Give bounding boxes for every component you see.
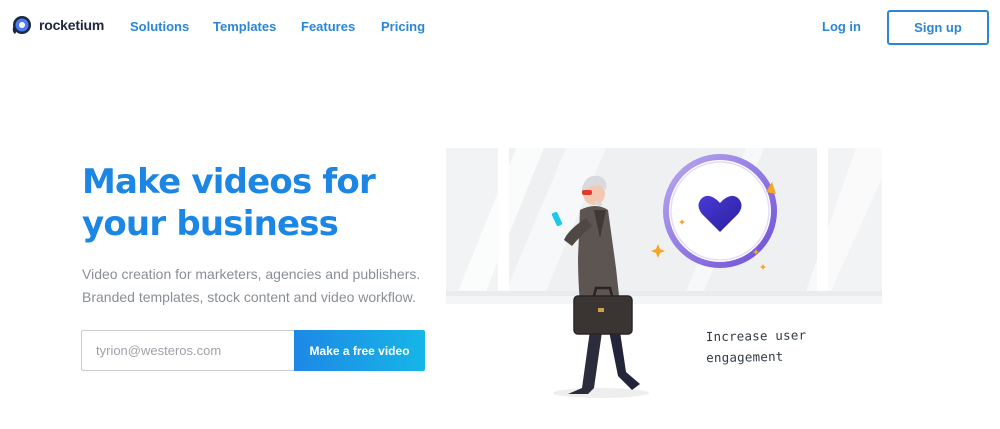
login-link[interactable]: Log in [822,19,861,34]
nav-features[interactable]: Features [301,19,355,34]
hero-subtitle-line: Branded templates, stock content and vid… [82,289,416,305]
hero-title-line: Make videos for [82,162,376,202]
top-nav: rocketium Solutions Templates Features P… [0,0,1000,54]
hero-illustration [446,148,882,398]
nav-solutions[interactable]: Solutions [130,19,189,34]
caption-line: Increase user [705,327,807,345]
make-free-video-button[interactable]: Make a free video [294,330,425,371]
rocketium-logo-icon [12,16,31,34]
email-signup-form: Make a free video [81,330,425,371]
illustration-caption: Increase user engagement [706,324,837,368]
email-input[interactable] [81,330,294,371]
landing-page: rocketium Solutions Templates Features P… [0,0,1000,429]
hero-subtitle-line: Video creation for marketers, agencies a… [82,266,421,282]
brand-name: rocketium [39,17,105,33]
hero-title: Make videos for your business [82,161,412,245]
nav-pricing[interactable]: Pricing [381,19,425,34]
hero-title-line: your business [82,204,339,244]
signup-button[interactable]: Sign up [887,10,989,45]
logo-link[interactable]: rocketium [11,14,104,36]
caption-line: engagement [706,348,784,366]
background-panels [446,148,882,304]
nav-templates[interactable]: Templates [213,19,276,34]
hero-subtitle: Video creation for marketers, agencies a… [82,263,442,309]
